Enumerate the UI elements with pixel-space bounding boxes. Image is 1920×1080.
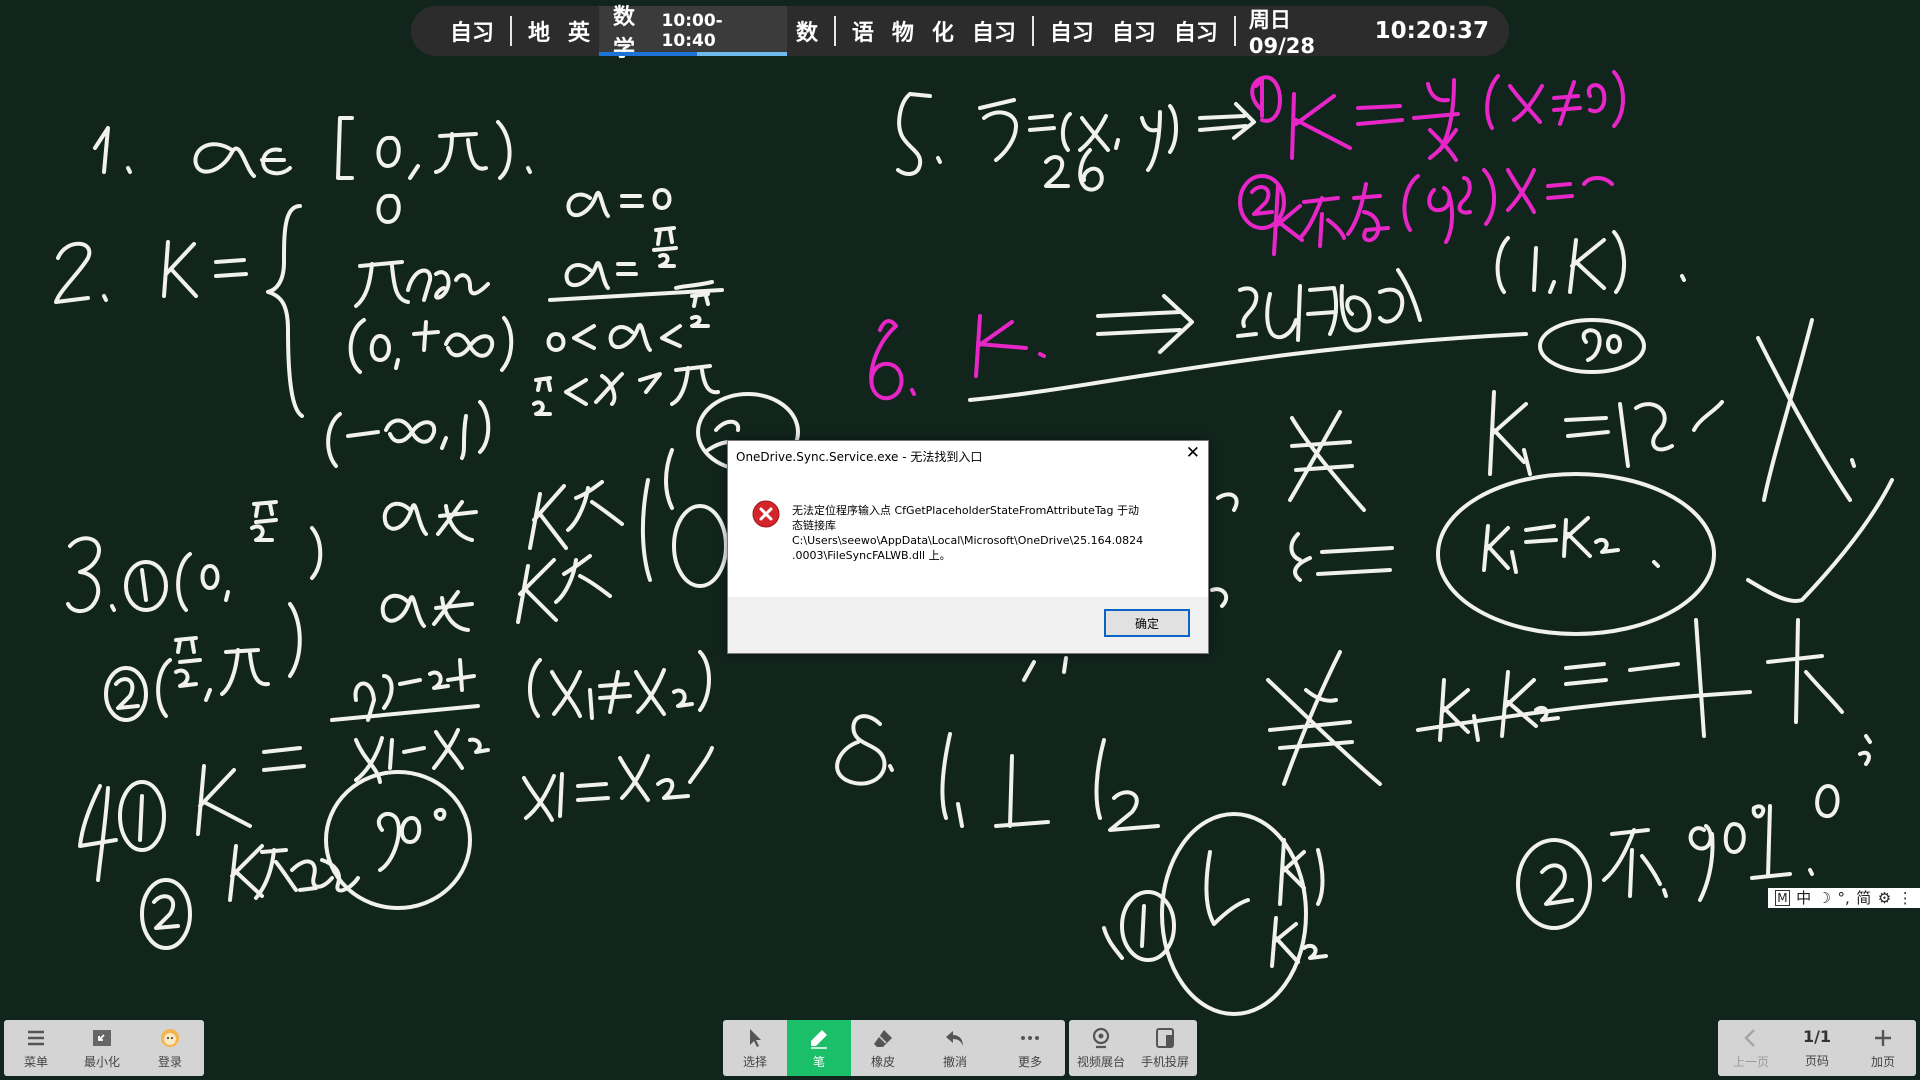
class-progress-bar	[598, 52, 787, 56]
dialog-title: OneDrive.Sync.Service.exe - 无法找到入口	[736, 450, 983, 464]
ime-simplified-toggle[interactable]: 简	[1856, 888, 1871, 908]
ime-moon-icon[interactable]: ☽	[1818, 888, 1831, 908]
page-toolbar: 上一页 1/1 页码 加页	[1718, 1020, 1916, 1076]
schedule-group: 数	[787, 6, 827, 56]
pen-tool-label: 笔	[812, 1054, 825, 1069]
plus-icon	[1875, 1029, 1891, 1046]
page-number: 1/1	[1802, 1026, 1832, 1046]
class-schedule-bar: 自习 地 英 数学 10:00-10:40 数 语 物 化 自习 自习 自习 自…	[411, 5, 1509, 62]
login-button[interactable]: 登录	[136, 1020, 204, 1076]
ime-chinese-toggle[interactable]: 中	[1796, 888, 1811, 908]
schedule-item: 数	[795, 21, 818, 46]
page-label: 页码	[1804, 1053, 1829, 1068]
schedule-item: 物	[891, 21, 914, 46]
more-button[interactable]: 更多	[995, 1020, 1065, 1076]
minimize-label: 最小化	[83, 1054, 120, 1069]
ink-line-2	[54, 188, 724, 468]
dialog-message: 无法定位程序输入点 CfGetPlaceholderStateFromAttri…	[792, 503, 1192, 563]
avatar-icon	[161, 1028, 179, 1047]
undo-icon	[946, 1030, 963, 1046]
minimize-icon	[93, 1029, 111, 1046]
ink-line-5-magenta	[1238, 70, 1625, 256]
schedule-group: 语 物 化 自习	[843, 6, 1025, 56]
menu-button[interactable]: 菜单	[4, 1020, 68, 1076]
ink-line-6	[968, 230, 1686, 402]
select-tool-label: 选择	[742, 1054, 767, 1069]
menu-label: 菜单	[23, 1054, 48, 1069]
ink-line-1	[93, 116, 532, 180]
schedule-separator	[1233, 16, 1236, 46]
ink-right-column	[1210, 318, 1894, 930]
visualizer-label: 视频展台	[1076, 1054, 1125, 1069]
select-tool-button[interactable]: 选择	[723, 1020, 787, 1076]
ime-punctuation-toggle[interactable]: °,	[1838, 888, 1850, 908]
schedule-group: 地 英	[519, 6, 599, 56]
visualizer-button[interactable]: 视频展台	[1069, 1020, 1133, 1076]
error-dialog: OneDrive.Sync.Service.exe - 无法找到入口 ✕ 无法定…	[727, 440, 1209, 654]
dialog-message-line: 无法定位程序输入点 CfGetPlaceholderStateFromAttri…	[792, 504, 1139, 517]
ink-line-8	[835, 650, 1382, 1016]
minimize-button[interactable]: 最小化	[68, 1020, 136, 1076]
page-indicator[interactable]: 1/1 页码	[1784, 1020, 1850, 1076]
schedule-separator	[1031, 16, 1034, 46]
add-page-button[interactable]: 加页	[1850, 1020, 1916, 1076]
ink-line-6-magenta	[869, 314, 1046, 401]
menu-icon	[28, 1030, 44, 1045]
pen-icon	[811, 1029, 827, 1049]
dialog-message-line: .0003\FileSyncFALWB.dll 上。	[792, 549, 951, 562]
left-toolbar: 菜单 最小化 登录	[4, 1020, 204, 1076]
prev-page-label: 上一页	[1732, 1054, 1769, 1069]
phone-cast-button[interactable]: 手机投屏	[1133, 1020, 1197, 1076]
ok-button[interactable]: 确定	[1104, 609, 1190, 637]
phone-cast-label: 手机投屏	[1140, 1054, 1189, 1069]
schedule-item: 自习	[1111, 21, 1156, 46]
ink-line-4	[78, 650, 714, 950]
add-page-label: 加页	[1870, 1054, 1895, 1069]
schedule-item: 自习	[450, 21, 495, 46]
more-icon	[1021, 1035, 1039, 1040]
schedule-separator	[833, 16, 836, 46]
schedule-item: 自习	[1173, 21, 1218, 46]
error-icon	[752, 500, 780, 528]
chevron-left-icon	[1744, 1028, 1755, 1047]
ime-settings-icon[interactable]: ⚙	[1878, 888, 1891, 908]
schedule-item: 地	[527, 21, 550, 46]
schedule-separator	[510, 16, 512, 46]
dialog-message-line: 态链接库	[792, 519, 836, 532]
schedule-current-class: 数学 10:00-10:40	[598, 5, 787, 62]
phone-cast-icon	[1156, 1027, 1174, 1048]
undo-label: 撤消	[942, 1054, 967, 1069]
dialog-footer: 确定	[728, 597, 1208, 653]
ink-line-3	[66, 480, 624, 722]
eraser-tool-label: 橡皮	[870, 1054, 895, 1069]
schedule-item: 语	[851, 21, 874, 46]
schedule-date: 周日 09/28	[1248, 8, 1315, 58]
schedule-item: 英	[567, 21, 590, 46]
pen-tool-button[interactable]: 笔	[787, 1020, 851, 1076]
current-time-range: 10:00-10:40	[661, 11, 723, 51]
schedule-item: 自习	[971, 21, 1016, 46]
media-toolbar: 视频展台 手机投屏	[1069, 1020, 1197, 1076]
eraser-icon	[874, 1029, 892, 1047]
ink-line-5	[896, 92, 1256, 192]
schedule-group: 自习 自习 自习	[1041, 6, 1227, 56]
close-icon[interactable]: ✕	[1186, 443, 1200, 463]
prev-page-button[interactable]: 上一页	[1718, 1020, 1784, 1076]
eraser-tool-button[interactable]: 橡皮	[851, 1020, 915, 1076]
drawing-toolbar: 选择 笔 橡皮 撤消 更多	[723, 1020, 1065, 1076]
ime-toolbar: M 中 ☽ °, 简 ⚙ ⋮	[1768, 888, 1920, 908]
schedule-group: 自习	[441, 6, 503, 56]
login-label: 登录	[157, 1054, 182, 1069]
schedule-item: 化	[931, 21, 954, 46]
dialog-message-line: C:\Users\seewo\AppData\Local\Microsoft\O…	[792, 534, 1144, 547]
cursor-icon	[750, 1028, 761, 1047]
schedule-item: 自习	[1049, 21, 1094, 46]
camera-icon	[1092, 1027, 1110, 1048]
schedule-clock: 10:20:37	[1374, 18, 1489, 44]
ime-mode-icon[interactable]: M	[1775, 890, 1790, 906]
more-label: 更多	[1017, 1054, 1042, 1069]
ime-more-icon[interactable]: ⋮	[1898, 888, 1913, 908]
undo-button[interactable]: 撤消	[915, 1020, 995, 1076]
